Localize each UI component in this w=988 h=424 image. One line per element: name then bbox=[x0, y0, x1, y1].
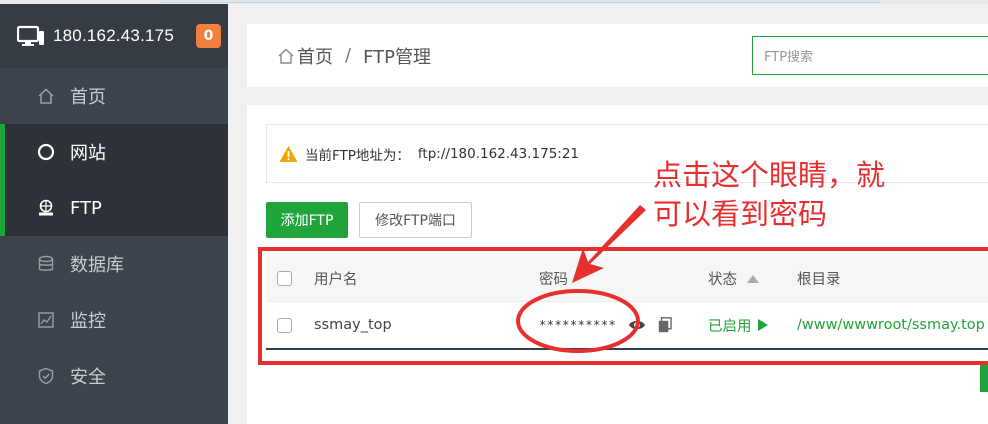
row-status-label: 已启用 bbox=[708, 318, 752, 335]
browser-tab-edge bbox=[160, 0, 880, 3]
add-ftp-button[interactable]: 添加FTP bbox=[266, 202, 348, 238]
sidebar-item-label: 监控 bbox=[70, 311, 106, 332]
table-header: 用户名 密码 状态 根目录 bbox=[266, 256, 988, 302]
row-select-cell bbox=[277, 302, 292, 348]
column-root: 根目录 bbox=[797, 272, 841, 288]
sidebar-item-label: 网站 bbox=[70, 143, 106, 164]
breadcrumb: 首页 / FTP管理 FTP搜索 bbox=[247, 24, 988, 87]
select-all-cell bbox=[277, 256, 292, 301]
row-status[interactable]: 已启用 bbox=[708, 302, 768, 348]
globe-icon bbox=[37, 143, 55, 161]
row-password-cell: ********** bbox=[539, 302, 672, 348]
annotation-line-1: 点击这个眼睛，就 bbox=[653, 158, 886, 192]
green-button-edge bbox=[980, 362, 988, 392]
shield-icon bbox=[37, 367, 55, 385]
search-placeholder: FTP搜索 bbox=[764, 50, 814, 65]
sidebar-item-home[interactable]: 首页 bbox=[0, 68, 228, 124]
database-icon bbox=[37, 255, 55, 273]
breadcrumb-home-link[interactable]: 首页 bbox=[297, 43, 333, 69]
sidebar-item-label: FTP bbox=[70, 197, 102, 219]
ftp-table: 用户名 密码 状态 根目录 ssmay_top ********** 已启用 /… bbox=[266, 256, 988, 350]
sidebar-item-security[interactable]: 安全 bbox=[0, 348, 228, 404]
annotation-text: 点击这个眼睛，就 可以看到密码 bbox=[653, 156, 983, 234]
sidebar-item-website[interactable]: 网站 bbox=[0, 124, 228, 180]
sidebar-item-database[interactable]: 数据库 bbox=[0, 236, 228, 292]
change-ftp-port-button[interactable]: 修改FTP端口 bbox=[359, 202, 472, 238]
breadcrumb-separator: / bbox=[345, 45, 352, 66]
notice-label: 当前FTP地址为： bbox=[305, 147, 410, 164]
breadcrumb-current: FTP管理 bbox=[363, 46, 431, 68]
column-password: 密码 bbox=[539, 272, 568, 288]
sidebar-item-label: 首页 bbox=[70, 87, 106, 108]
sidebar: 180.162.43.175 0 首页 网站 FTP 数据库 监控 安全 bbox=[0, 4, 228, 424]
row-root-path[interactable]: /www/wwwroot/ssmay.top bbox=[797, 302, 988, 348]
sidebar-header: 180.162.43.175 0 bbox=[0, 4, 228, 68]
sidebar-item-label: 安全 bbox=[70, 367, 106, 388]
sidebar-item-label: 数据库 bbox=[70, 255, 124, 276]
ftp-icon bbox=[37, 199, 55, 217]
column-status[interactable]: 状态 bbox=[708, 256, 759, 301]
play-icon bbox=[757, 319, 768, 331]
column-username[interactable]: 用户名 bbox=[314, 256, 358, 301]
row-checkbox[interactable] bbox=[277, 317, 292, 333]
row-username: ssmay_top bbox=[314, 317, 392, 333]
ftp-panel: 当前FTP地址为： ftp://180.162.43.175:21 添加FTP … bbox=[247, 105, 988, 424]
monitor-chart-icon bbox=[37, 311, 55, 329]
server-monitor-icon bbox=[17, 25, 44, 46]
ftp-search-input[interactable]: FTP搜索 bbox=[752, 36, 988, 75]
select-all-checkbox[interactable] bbox=[277, 271, 292, 286]
eye-icon[interactable] bbox=[628, 318, 646, 332]
home-icon bbox=[37, 87, 55, 105]
sort-asc-icon[interactable] bbox=[747, 274, 759, 283]
sidebar-item-monitor[interactable]: 监控 bbox=[0, 292, 228, 348]
table-row: ssmay_top ********** 已启用 /www/wwwroot/ss… bbox=[266, 302, 988, 350]
warning-icon bbox=[279, 145, 298, 162]
server-ip: 180.162.43.175 bbox=[53, 26, 174, 45]
breadcrumb-home-icon bbox=[278, 48, 294, 64]
sidebar-item-ftp[interactable]: FTP bbox=[0, 180, 228, 236]
row-password: ********** bbox=[539, 318, 617, 332]
ftp-address: ftp://180.162.43.175:21 bbox=[417, 145, 580, 162]
annotation-line-2: 可以看到密码 bbox=[653, 197, 828, 231]
notification-badge[interactable]: 0 bbox=[196, 24, 221, 48]
copy-icon[interactable] bbox=[658, 317, 672, 333]
column-status-label: 状态 bbox=[708, 272, 737, 288]
